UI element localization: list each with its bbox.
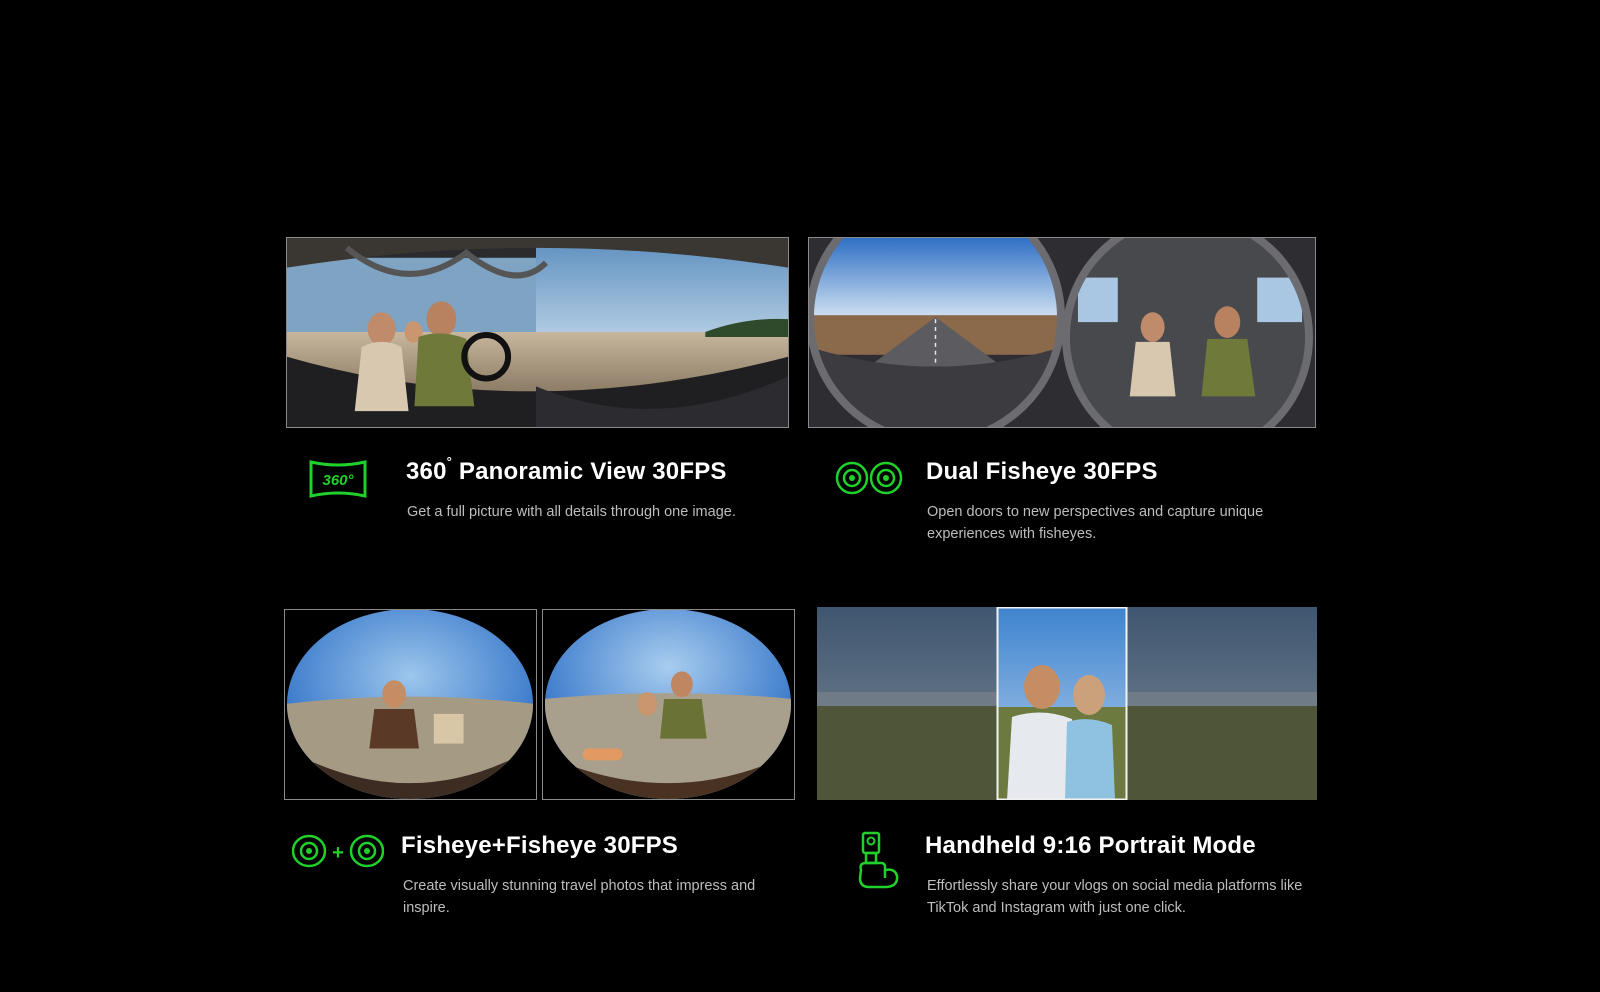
handheld-camera-icon [855,830,901,890]
fisheye-plus-description: Create visually stunning travel photos t… [403,878,756,916]
fisheye-plus-fisheye-icon: + [291,832,385,870]
360-badge-icon: 360° [308,458,368,500]
panoramic-title-text: Panoramic View 30FPS [452,458,727,485]
portrait-description: Effortlessly share your vlogs on social … [927,878,1303,916]
panoramic-title-degree: ° [446,454,453,469]
360-badge-text: 360° [322,472,354,489]
portrait-mode-image [817,607,1317,800]
page: { "features": [ { "id": "panoramic", "ti… [0,0,1600,992]
panoramic-title: 360° Panoramic View 30FPS [406,454,727,486]
portrait-title: Handheld 9:16 Portrait Mode [925,832,1256,859]
panoramic-description: Get a full picture with all details thro… [407,504,736,520]
dual-fisheye-title: Dual Fisheye 30FPS [926,458,1158,485]
plus-sign-text: + [332,842,344,864]
dual-fisheye-image [808,237,1316,428]
fisheye-right-beach-image [542,609,795,800]
dual-fisheye-description: Open doors to new perspectives and captu… [927,504,1264,542]
fisheye-left-beach-image [284,609,537,800]
dual-fisheye-icon [835,460,903,496]
panoramic-title-number: 360 [406,458,447,485]
fisheye-plus-title: Fisheye+Fisheye 30FPS [401,832,679,859]
panoramic-car-interior-image [286,237,789,428]
